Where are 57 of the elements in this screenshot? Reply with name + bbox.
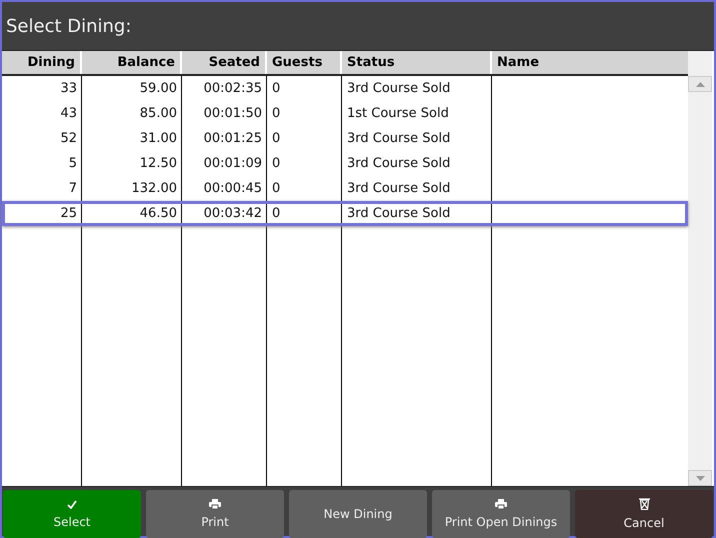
table-cell-text: 31.00	[138, 130, 178, 148]
table-cell-text: 0	[271, 80, 282, 98]
column-header[interactable]: Status	[342, 51, 492, 74]
table-cell-text: 3rd Course Sold	[346, 180, 452, 198]
table-cell-text: 7	[68, 180, 78, 198]
column-header[interactable]: Guests	[267, 51, 342, 74]
table-cell-text: 43	[59, 105, 78, 123]
table-cell-text: 0	[271, 180, 282, 198]
table-cell-text: 1st Course Sold	[346, 105, 450, 123]
table-cell-text: 3rd Course Sold	[346, 155, 452, 173]
table-cell-text: 52	[59, 130, 78, 148]
table-cell-text: 85.00	[138, 105, 178, 123]
table-cell-text: 3rd Course Sold	[346, 205, 452, 223]
action-button[interactable]: Print Open Dinings	[432, 490, 570, 538]
check-icon	[67, 500, 77, 508]
action-button[interactable]: Cancel	[575, 490, 713, 538]
table-row[interactable]: 7 132.00 00:00:45 0 3rd Course Sold	[2, 176, 688, 201]
printer-icon	[209, 499, 221, 509]
up-arrow-icon	[696, 82, 704, 86]
action-button[interactable]: Select	[3, 490, 141, 538]
table-row[interactable]: 52 31.00 00:01:25 0 3rd Course Sold	[2, 126, 688, 151]
action-button[interactable]: Print	[146, 490, 284, 538]
column-header[interactable]: Seated	[182, 51, 267, 74]
table-cell-text: 132.00	[130, 180, 178, 198]
printer-icon	[495, 499, 507, 509]
trash-icon	[638, 498, 650, 510]
scrollbar[interactable]	[688, 51, 712, 486]
table-cell-text: 00:02:35	[202, 80, 263, 98]
table-cell-text: 0	[271, 205, 282, 223]
table-row[interactable]: 43 85.00 00:01:50 0 1st Course Sold	[2, 101, 688, 126]
scroll-up-button[interactable]	[688, 76, 712, 92]
column-header[interactable]: Name	[492, 51, 688, 74]
table-cell-text: 0	[271, 155, 282, 173]
table-cell-text: 00:01:25	[202, 130, 263, 148]
table-cell-text: 12.50	[138, 155, 178, 173]
table-cell-text: 3rd Course Sold	[346, 80, 452, 98]
down-arrow-icon	[696, 476, 704, 480]
table-row[interactable]: 25 46.50 00:03:42 0 3rd Course Sold	[2, 201, 688, 226]
table-cell-text: 3rd Course Sold	[346, 130, 452, 148]
table-cell-text: 0	[271, 130, 282, 148]
scroll-down-button[interactable]	[688, 470, 712, 486]
table-cell-text: 5	[68, 155, 78, 173]
table-cell-text: 00:00:45	[202, 180, 263, 198]
table-cell-text: 0	[271, 105, 282, 123]
window-title: Select Dining:	[5, 14, 132, 38]
table-cell-text: 33	[59, 80, 78, 98]
column-header[interactable]: Balance	[82, 51, 182, 74]
table-cell-text: 46.50	[138, 205, 178, 223]
table-cell-text: 00:03:42	[202, 205, 263, 223]
column-header[interactable]: Dining	[2, 51, 82, 74]
table-cell-text: 00:01:09	[202, 155, 263, 173]
table-cell-text: 59.00	[138, 80, 178, 98]
table-cell-text: 25	[59, 205, 78, 223]
table-row[interactable]: 5 12.50 00:01:09 0 3rd Course Sold	[2, 151, 688, 176]
action-button[interactable]: New Dining	[289, 490, 427, 538]
table-row[interactable]: 33 59.00 00:02:35 0 3rd Course Sold	[2, 76, 688, 101]
table-cell-text: 00:01:50	[202, 105, 263, 123]
